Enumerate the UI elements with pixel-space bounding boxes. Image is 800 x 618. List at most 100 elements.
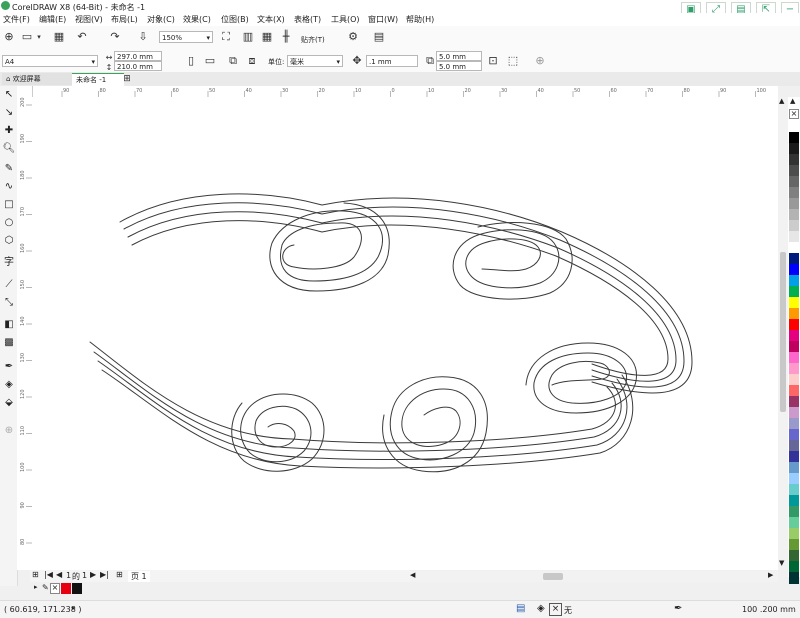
outline-pen-icon[interactable]: ✒ — [674, 603, 682, 614]
zoom-tool-icon[interactable]: 🔍︎ — [2, 142, 16, 156]
strand-upper-1[interactable] — [119, 193, 693, 394]
units-select[interactable]: 毫米 ▾ — [287, 55, 343, 67]
strand-lower-2[interactable] — [93, 351, 622, 452]
menu-help[interactable]: 帮助(H) — [406, 14, 434, 25]
color-proof-icon[interactable]: ▤ — [516, 603, 525, 614]
menu-table[interactable]: 表格(T) — [294, 14, 321, 25]
add-page-icon[interactable]: ⊞ — [32, 570, 39, 579]
vertical-scroll-thumb[interactable] — [780, 252, 786, 412]
eyedropper-small-icon[interactable]: ✎ — [42, 583, 49, 592]
strand-upper-2[interactable] — [123, 202, 685, 388]
page-size-select[interactable]: A4 ▾ — [2, 55, 98, 67]
landscape-icon[interactable]: ▭ — [203, 54, 217, 68]
doc-no-color-swatch[interactable]: × — [50, 583, 60, 594]
artistic-media-icon[interactable]: ∿ — [2, 180, 16, 194]
menu-file[interactable]: 文件(F) — [3, 14, 30, 25]
eyedropper-icon[interactable]: ✒ — [2, 360, 16, 374]
loop-upper-right[interactable] — [452, 222, 573, 300]
zoom-select[interactable]: 150% ▾ — [159, 31, 213, 43]
add-page-end-icon[interactable]: ⊞ — [116, 570, 123, 579]
last-page-icon[interactable]: ▶| — [100, 570, 109, 579]
title-bar: CorelDRAW X8 (64-Bit) - 未命名 -1 — [0, 0, 800, 13]
scroll-left-icon[interactable]: ◀ — [410, 571, 415, 579]
interactive-fill-icon[interactable]: ◈ — [2, 378, 16, 392]
duplicate-x-field[interactable]: 5.0 mm — [436, 51, 482, 61]
strand-upper-3[interactable] — [127, 211, 677, 382]
palette-arrow-icon[interactable]: ▸ — [34, 583, 38, 591]
add-icon[interactable]: ⊕ — [533, 54, 547, 68]
page-tab[interactable]: 页 1 — [128, 571, 150, 582]
doc-black-swatch[interactable] — [72, 583, 82, 594]
menu-bitmaps[interactable]: 位图(B) — [221, 14, 249, 25]
page-width-field[interactable]: 297.0 mm — [114, 51, 162, 61]
no-color-swatch[interactable]: × — [789, 109, 799, 119]
drop-shadow-icon[interactable]: ◧ — [2, 318, 16, 332]
scroll-right-icon[interactable]: ▶ — [768, 571, 773, 579]
grid-icon[interactable]: ▦ — [260, 30, 274, 44]
palette-swatch[interactable] — [789, 572, 799, 584]
scroll-down-icon[interactable]: ▼ — [779, 559, 784, 567]
horizontal-scrollbar[interactable]: ◀ ▶ — [410, 571, 778, 582]
scroll-up-icon[interactable]: ▲ — [779, 97, 784, 105]
crop-tool-icon[interactable]: ✚ — [2, 124, 16, 138]
portrait-icon[interactable]: ▯ — [184, 54, 198, 68]
ruler-tick-label: 100 — [20, 462, 26, 472]
rectangle-tool-icon[interactable]: □ — [2, 198, 16, 212]
fill-bucket-icon[interactable]: ◈ — [537, 603, 545, 614]
current-page-icon[interactable]: ⧈ — [245, 54, 259, 68]
ellipse-tool-icon[interactable]: ○ — [2, 216, 16, 230]
new-document-icon[interactable]: ⊕ — [2, 30, 16, 44]
first-page-icon[interactable]: |◀ — [44, 570, 53, 579]
rulers-icon[interactable]: ▥ — [241, 30, 255, 44]
save-doc-icon[interactable]: ▦ — [52, 30, 66, 44]
bleed-icon[interactable]: ⬚ — [506, 54, 520, 68]
nudge-distance-field[interactable]: .1 mm — [366, 55, 418, 67]
ruler-tick-label: 50 — [574, 88, 580, 94]
strand-lower-1[interactable] — [89, 341, 616, 444]
menu-edit[interactable]: 编辑(E) — [39, 14, 66, 25]
tab-document[interactable]: 未命名 -1 — [72, 73, 124, 86]
redo-icon[interactable]: ↷ — [108, 30, 122, 44]
palette-scroll-up-icon[interactable]: ▲ — [790, 97, 795, 105]
treat-as-filled-icon[interactable]: ⊡ — [486, 54, 500, 68]
prev-page-icon[interactable]: ◀ — [56, 570, 62, 579]
snap-to-dropdown[interactable]: 贴齐(T) — [301, 35, 325, 45]
menu-object[interactable]: 对象(C) — [147, 14, 175, 25]
polygon-tool-icon[interactable]: ⬡ — [2, 234, 16, 248]
strand-lower-3[interactable] — [97, 360, 628, 461]
menu-effects[interactable]: 效果(C) — [183, 14, 211, 25]
parallel-dimension-icon[interactable]: ⟋ — [2, 278, 16, 292]
full-screen-preview-icon[interactable]: ⛶ — [219, 30, 233, 44]
menu-window[interactable]: 窗口(W) — [368, 14, 398, 25]
options-gear-icon[interactable]: ⚙ — [346, 30, 360, 44]
undo-icon[interactable]: ↶ — [75, 30, 89, 44]
horizontal-scroll-thumb[interactable] — [543, 573, 563, 580]
doc-red-swatch[interactable] — [61, 583, 71, 594]
import-icon[interactable]: ⇩ — [136, 30, 150, 44]
dropdown-icon[interactable]: ▾ — [32, 30, 46, 44]
ruler-tick-label: 20 — [319, 88, 325, 94]
menu-text[interactable]: 文本(X) — [257, 14, 285, 25]
vertical-scrollbar[interactable]: ▲ ▼ — [778, 97, 788, 570]
application-launcher-icon[interactable]: ▤ — [372, 30, 386, 44]
shape-tool-icon[interactable]: ↘ — [2, 106, 16, 120]
smart-fill-icon[interactable]: ⬙ — [2, 396, 16, 410]
page-height-field[interactable]: 210.0 mm — [114, 61, 162, 71]
menu-layout[interactable]: 布局(L) — [111, 14, 138, 25]
status-arrow-icon[interactable]: ▸ — [72, 604, 76, 612]
freehand-tool-icon[interactable]: ✎ — [2, 162, 16, 176]
duplicate-y-field[interactable]: 5.0 mm — [436, 61, 482, 71]
transparency-icon[interactable]: ▩ — [2, 336, 16, 350]
new-tab-icon[interactable]: ⊞ — [120, 72, 134, 86]
connector-tool-icon[interactable]: ⤡ — [2, 296, 16, 310]
menu-tools[interactable]: 工具(O) — [331, 14, 360, 25]
tab-welcome[interactable]: ⌂ 欢迎屏幕 — [2, 73, 78, 85]
menu-view[interactable]: 视图(V) — [75, 14, 103, 25]
text-tool-icon[interactable]: 字 — [2, 256, 16, 270]
next-page-icon[interactable]: ▶ — [90, 570, 96, 579]
guidelines-icon[interactable]: ╫ — [279, 30, 293, 44]
drawing-canvas[interactable] — [32, 97, 778, 570]
add-tool-icon[interactable]: ⊕ — [2, 424, 16, 438]
pick-tool-icon[interactable]: ↖ — [2, 88, 16, 102]
all-pages-icon[interactable]: ⧉ — [226, 54, 240, 68]
